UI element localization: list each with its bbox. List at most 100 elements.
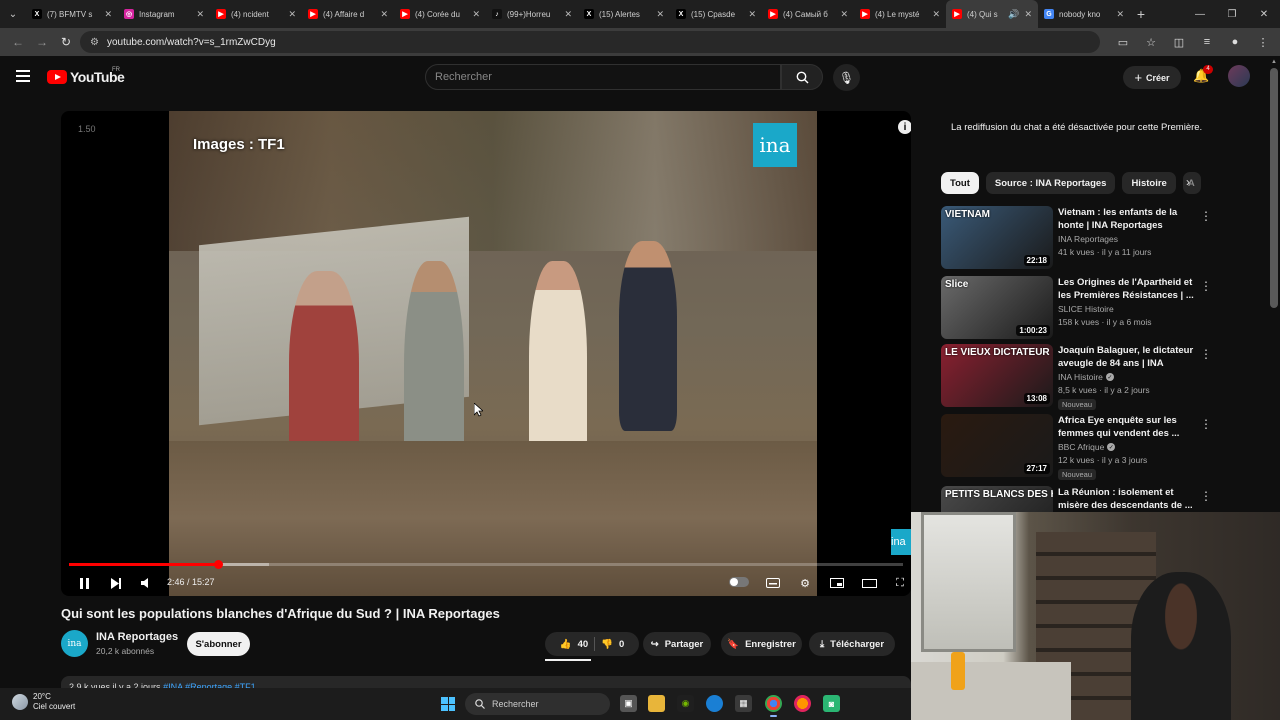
minimize-icon[interactable]: — [1184, 0, 1216, 28]
progress-bar[interactable] [69, 560, 903, 569]
browser-tab[interactable]: ▶ (4) ncident ✕ [210, 0, 302, 28]
firefox-icon[interactable] [794, 695, 811, 712]
thumbs-down-icon[interactable]: 👎 [601, 639, 613, 650]
share-button[interactable]: ↪ Partager [643, 632, 711, 656]
settings-gear-icon[interactable]: ⚙ [795, 573, 815, 593]
tab-close-icon[interactable]: ✕ [840, 9, 848, 20]
bookmark-star-icon[interactable]: ☆ [1142, 36, 1160, 49]
app-icon[interactable]: ◙ [823, 695, 840, 712]
recommended-channel[interactable]: BBC Afrique ✓ [1058, 442, 1116, 452]
nvidia-icon[interactable]: ◉ [677, 695, 694, 712]
new-tab-button[interactable]: + [1130, 6, 1152, 22]
download-button[interactable]: ⤓ Télécharger [809, 632, 895, 656]
restore-icon[interactable]: ❐ [1216, 0, 1248, 28]
thumbs-up-icon[interactable]: 👍 [560, 639, 572, 650]
menu-dots-icon[interactable]: ⋮ [1254, 36, 1272, 49]
voice-search-button[interactable]: 🎙 [833, 64, 860, 91]
video-thumbnail[interactable]: VIETNAM 22:18 [941, 206, 1053, 269]
tab-close-icon[interactable]: ✕ [472, 9, 480, 20]
file-explorer-icon[interactable] [648, 695, 665, 712]
tab-close-icon[interactable]: ✕ [104, 9, 112, 20]
info-icon[interactable]: i [898, 120, 911, 134]
recommended-channel[interactable]: INA Reportages [1058, 234, 1118, 244]
taskbar-search[interactable]: Rechercher [465, 693, 610, 715]
site-info-icon[interactable]: ⚙ [90, 37, 99, 48]
next-icon[interactable] [107, 573, 125, 593]
browser-tab[interactable]: ▶ (4) Qui s 🔊 ✕ [946, 0, 1038, 28]
browser-tab[interactable]: X (7) BFMTV s ✕ [26, 0, 118, 28]
fullscreen-icon[interactable]: ⛶ [890, 573, 910, 593]
back-icon[interactable]: ← [6, 35, 30, 49]
video-player[interactable]: Images : TF1 ina 1.50 i ina 2:46 / 15:27… [61, 111, 911, 596]
tab-close-icon[interactable]: ✕ [288, 9, 296, 20]
task-view-icon[interactable]: ▣ [620, 695, 637, 712]
miniplayer-icon[interactable] [827, 573, 847, 593]
browser-tab[interactable]: ▶ (4) Самый б ✕ [762, 0, 854, 28]
recommended-title[interactable]: Les Origines de l'Apartheid et les Premi… [1058, 276, 1200, 302]
channel-avatar[interactable]: ina [61, 630, 88, 657]
browser-tab[interactable]: ◎ Instagram ✕ [118, 0, 210, 28]
hamburger-menu-icon[interactable] [16, 70, 30, 82]
channel-name[interactable]: INA Reportages [96, 631, 178, 643]
recommended-video[interactable]: 27:17 Africa Eye enquête sur les femmes q… [941, 414, 1212, 480]
tab-audio-icon[interactable]: 🔊 [1008, 9, 1019, 20]
tab-close-icon[interactable]: ✕ [1024, 9, 1032, 20]
chips-next-arrow-icon[interactable]: › [1186, 175, 1190, 189]
more-options-icon[interactable]: ⋮ [1200, 417, 1212, 431]
weather-widget[interactable]: 20°C Ciel couvert [12, 692, 75, 712]
more-options-icon[interactable]: ⋮ [1200, 209, 1212, 223]
page-scrollbar[interactable] [1270, 68, 1278, 308]
volume-icon[interactable] [137, 573, 155, 593]
autoplay-toggle[interactable] [729, 577, 749, 587]
profile-icon[interactable]: ● [1226, 36, 1244, 48]
tab-search-dropdown[interactable]: ⌄ [0, 0, 26, 28]
tab-close-icon[interactable]: ✕ [932, 9, 940, 20]
media-controls-icon[interactable]: ≡ [1198, 36, 1216, 48]
subtitles-icon[interactable] [763, 573, 783, 593]
browser-tab[interactable]: G nobody kno ✕ [1038, 0, 1130, 28]
recommended-channel[interactable]: SLICE Histoire [1058, 304, 1114, 314]
more-options-icon[interactable]: ⋮ [1200, 347, 1212, 361]
recommended-video[interactable]: VIETNAM 22:18 Vietnam : les enfants de la … [941, 206, 1212, 270]
scroll-up-arrow-icon[interactable]: ▲ [1271, 59, 1277, 65]
filter-chip[interactable]: Source : INA Reportages [985, 172, 1116, 194]
create-button[interactable]: + Créer [1123, 66, 1181, 89]
pause-icon[interactable] [76, 573, 94, 593]
tab-close-icon[interactable]: ✕ [748, 9, 756, 20]
windows-start-icon[interactable] [441, 697, 455, 711]
extensions-icon[interactable]: ◫ [1170, 36, 1188, 49]
filter-chip[interactable]: Tout [941, 172, 979, 194]
more-options-icon[interactable]: ⋮ [1200, 279, 1212, 293]
filter-chip[interactable]: Histoire [1122, 172, 1176, 194]
video-thumbnail[interactable]: LE VIEUX DICTATEUR 13:08 [941, 344, 1053, 407]
tab-close-icon[interactable]: ✕ [380, 9, 388, 20]
account-avatar[interactable] [1228, 65, 1250, 87]
recommended-video[interactable]: LE VIEUX DICTATEUR 13:08 Joaquín Balaguer,… [941, 344, 1212, 410]
browser-tab[interactable]: ▶ (4) Le mysté ✕ [854, 0, 946, 28]
video-frame[interactable]: Images : TF1 ina [169, 111, 817, 596]
channel-watermark-logo[interactable]: ina [891, 529, 911, 555]
cast-icon[interactable]: ▭ [1114, 36, 1132, 49]
recommended-title[interactable]: Joaquín Balaguer, le dictateur aveugle d… [1058, 344, 1200, 370]
browser-tab[interactable]: X (15) Alertes ✕ [578, 0, 670, 28]
dislike-count[interactable]: 0 [619, 639, 624, 650]
tab-close-icon[interactable]: ✕ [656, 9, 664, 20]
chrome-icon[interactable] [765, 695, 782, 717]
like-count[interactable]: 40 [578, 639, 589, 650]
search-input[interactable]: Rechercher [425, 64, 781, 90]
save-button[interactable]: 🔖 Enregistrer [721, 632, 802, 656]
video-thumbnail[interactable]: 27:17 [941, 414, 1053, 477]
search-button[interactable] [781, 64, 823, 90]
theater-mode-icon[interactable] [859, 573, 879, 593]
browser-tab[interactable]: ▶ (4) Affaire d ✕ [302, 0, 394, 28]
tab-close-icon[interactable]: ✕ [196, 9, 204, 20]
browser-tab[interactable]: ♪ (99+)Horreu ✕ [486, 0, 578, 28]
recommended-title[interactable]: Africa Eye enquête sur les femmes qui ve… [1058, 414, 1200, 440]
recommended-title[interactable]: La Réunion : isolement et misère des des… [1058, 486, 1200, 512]
close-window-icon[interactable]: ✕ [1248, 0, 1280, 28]
reload-icon[interactable]: ↻ [54, 35, 78, 49]
recommended-video[interactable]: Slice 1:00:23 Les Origines de l'Apartheid … [941, 276, 1212, 340]
more-options-icon[interactable]: ⋮ [1200, 489, 1212, 503]
url-bar[interactable]: ⚙ youtube.com/watch?v=s_1rmZwCDyg [80, 31, 1100, 53]
edge-icon[interactable] [706, 695, 723, 712]
